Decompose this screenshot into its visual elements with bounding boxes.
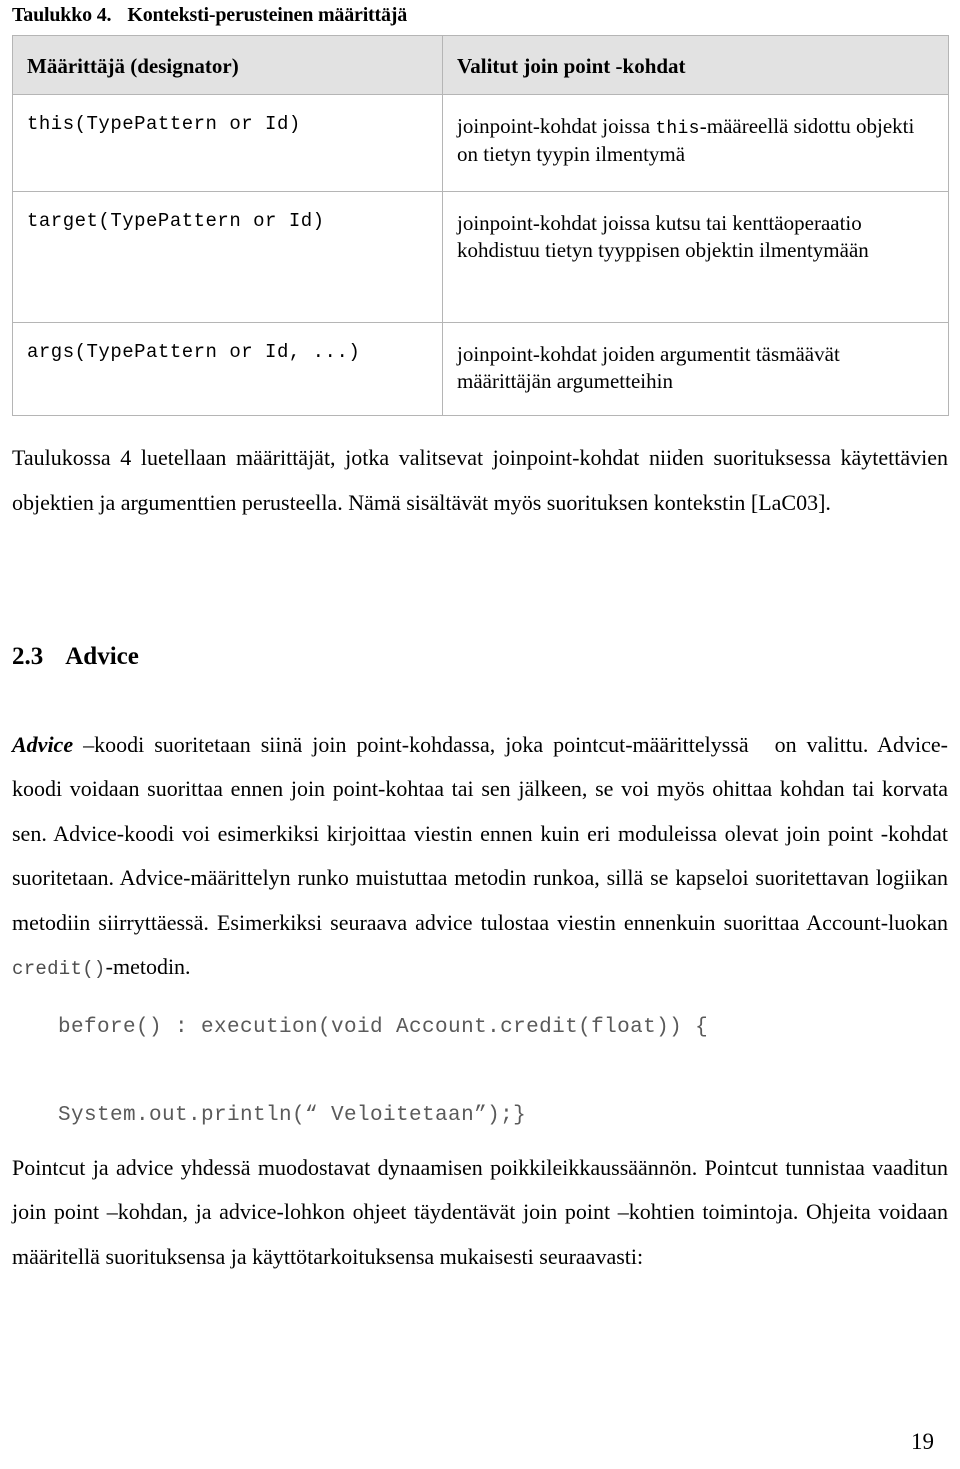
advice-lead-term: Advice [12, 732, 74, 758]
section-number: 2.3 [12, 643, 44, 671]
description-text-pre: joinpoint-kohdat joiden argumentit täsmä… [457, 342, 840, 394]
table-row: this(TypePattern or Id) joinpoint-kohdat… [12, 94, 949, 193]
description-text-pre: joinpoint-kohdat joissa [457, 114, 656, 139]
page-number: 19 [911, 1429, 934, 1454]
advice-text-part3: -metodin. [105, 954, 191, 980]
advice-paragraph: Advice –koodi suoritetaan siinä join poi… [12, 723, 948, 990]
section-heading: 2.3 Advice [12, 643, 948, 671]
designator-cell: args(TypePattern or Id, ...) [12, 322, 443, 417]
document-page: Taulukko 4. Konteksti-perusteinen määritt… [0, 4, 960, 1469]
code-block: before() : execution(void Account.credit… [12, 1006, 948, 1138]
table-caption-number: Taulukko 4. [12, 4, 112, 26]
designator-cell: target(TypePattern or Id) [12, 191, 443, 324]
description-cell: joinpoint-kohdat joissa kutsu tai kenttä… [442, 191, 949, 324]
description-inline-code: this [655, 119, 700, 140]
advice-inline-code: credit() [12, 958, 106, 981]
code-line-2: System.out.println(“ Veloitetaan”);} [58, 1103, 527, 1127]
section-title: Advice [65, 643, 139, 671]
designator-cell: this(TypePattern or Id) [12, 94, 443, 193]
code-line-1: before() : execution(void Account.credit… [58, 1015, 709, 1039]
table-row: args(TypePattern or Id, ...) joinpoint-k… [12, 322, 949, 417]
table-caption-title: Konteksti-perusteinen määrittäjä [127, 4, 408, 26]
table-caption: Taulukko 4. Konteksti-perusteinen määritt… [12, 4, 948, 27]
final-paragraph: Pointcut ja advice yhdessä muodostavat d… [12, 1154, 948, 1269]
description-cell: joinpoint-kohdat joissa this-määreellä s… [442, 94, 949, 193]
advice-text-part2: on valittu. Advice-koodi voidaan suoritt… [12, 732, 949, 935]
table-header-row: Määrittäjä (designator) Valitut join poi… [12, 34, 949, 96]
table-header-designator: Määrittäjä (designator) [12, 34, 443, 96]
table-row: target(TypePattern or Id) joinpoint-kohd… [12, 191, 949, 324]
advice-text-part1: –koodi suoritetaan siinä join point-kohd… [73, 732, 749, 758]
designator-table: Määrittäjä (designator) Valitut join poi… [12, 34, 949, 417]
description-text-pre: joinpoint-kohdat joissa kutsu tai kenttä… [457, 211, 869, 263]
paragraph-after-table: Taulukossa 4 luetellaan määrittäjät, jot… [12, 445, 948, 515]
table-header-joinpoints: Valitut join point -kohdat [442, 34, 949, 96]
description-cell: joinpoint-kohdat joiden argumentit täsmä… [442, 322, 949, 417]
